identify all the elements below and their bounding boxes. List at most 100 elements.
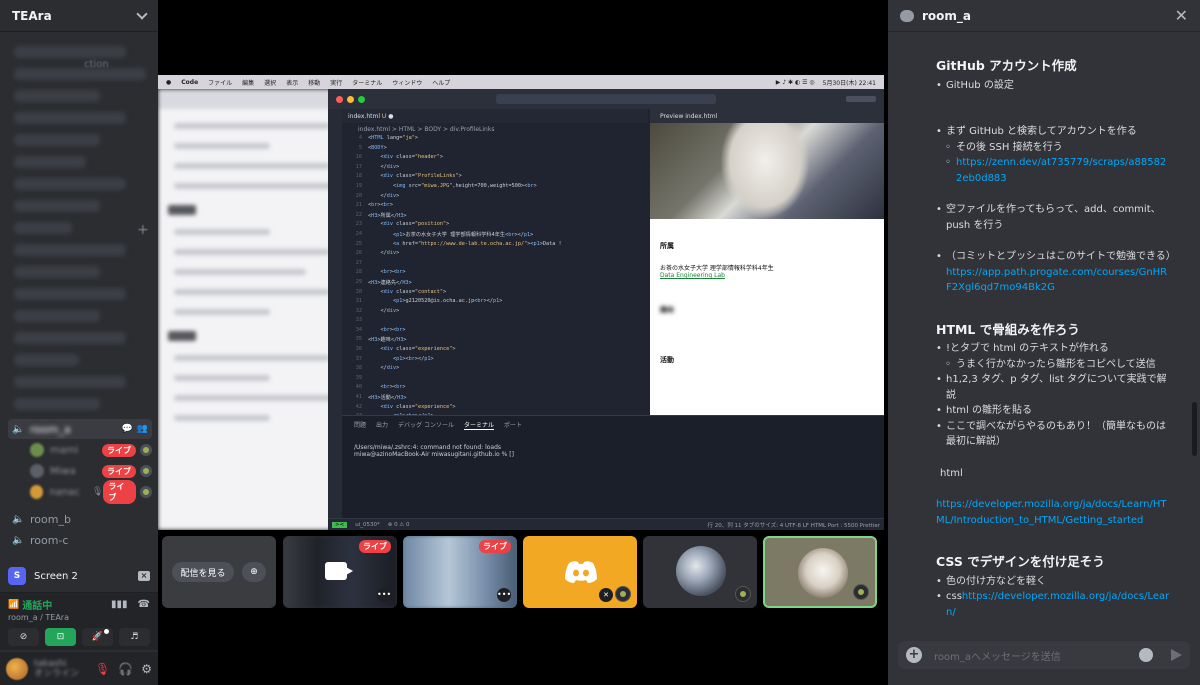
add-attachment-icon[interactable]: + [906,647,922,663]
message-input[interactable]: + room_aへメッセージを送信 [898,641,1190,669]
emoji-icon[interactable] [1139,648,1153,662]
mic-muted-icon[interactable]: 🎙 [95,662,110,676]
participant-tile[interactable]: ライブ ••• [283,536,397,608]
code-editor[interactable]: 4 <HTML lang="ja"> 5 <BODY> 16 <div class="h… [342,135,648,419]
user-name: takashi オンライン [34,658,80,679]
chat-title: room_a [922,8,972,23]
camera-off-button[interactable]: ⊘ [8,628,39,646]
code-line: 28 <br><br> [355,269,406,276]
status-bar: >< ui_0530* ⊗ 0 ⚠ 0 行 20、列 11 タブのサイズ: 4 … [328,518,884,530]
code-line: 19 <img src="miwa.JPG",height=700,weight… [355,182,537,189]
code-line: 33 [355,317,362,324]
editor-tab[interactable]: index.html U ● [342,109,648,123]
blurred-channel-list [8,36,152,416]
activity-icon [140,486,152,498]
chat-header: room_a ✕ [888,0,1200,32]
voice-location: room_a / TEAra [8,613,69,622]
code-line: 21 <br><br> [355,202,393,209]
message-content: GitHub アカウント作成 GitHub の設定 まず GitHub と検索し… [888,32,1200,640]
invite-icon[interactable]: 👥 [137,424,148,434]
watch-stream-button[interactable]: 配信を見る [172,562,234,582]
problems[interactable]: ⊗ 0 ⚠ 0 [388,522,410,528]
link[interactable]: https://zenn.dev/at735779/scraps/a885822… [956,157,1166,184]
channel-room-c[interactable]: 🔈 room-c [8,530,152,550]
add-channel-icon[interactable]: + [137,222,149,238]
avatar [30,443,44,457]
scrollbar[interactable] [1192,402,1197,456]
popout-icon[interactable]: ⊕ [242,562,266,582]
avatar [798,548,848,598]
link[interactable]: https://developer.mozilla.org/ja/docs/Le… [936,499,1166,526]
list-item: GitHub の設定 [936,78,1172,94]
chat-icon[interactable]: 💬 [122,424,133,434]
gear-icon[interactable]: ⚙ [141,662,152,676]
list-item-link-wrap: https://zenn.dev/at735779/scraps/a885822… [936,155,1172,186]
participant-tile[interactable]: 配信を見る ⊕ [162,536,276,608]
code-line: 16 <div class="header"> [355,154,443,161]
speaker-icon: 🔈 [12,513,25,525]
channel-room-a[interactable]: 🔈 room_a 💬 👥 [8,419,152,439]
menu-item: 実行 [330,79,343,87]
participant-tile[interactable]: ✕ [523,536,637,608]
code-line: 24 <p1>お茶の水女子大学 理学部情報科学科4年生<br></p1> [355,230,534,238]
link[interactable]: https://app.path.progate.com/courses/GnH… [946,267,1167,294]
menu-item: ヘルプ [432,79,451,87]
shared-screen[interactable]: ● Code ファイル 編集 選択 表示 移動 実行 ターミナル ウィンドウ ヘ… [158,75,884,530]
list-item: !とタブで html のテキストが作れる [936,341,1172,357]
close-icon[interactable]: ✕ [1175,6,1188,25]
term-tab[interactable]: ターミナル [463,420,494,430]
stop-share-icon[interactable]: × [138,571,150,581]
signal-icon: 📶 [8,599,20,610]
voice-member[interactable]: nanac 🎙 ライブ [30,480,152,504]
more-icon[interactable]: ••• [377,588,391,602]
section-heading: GitHub アカウント作成 [936,58,1077,73]
discord-window: TEAra ction + 🔈 room_a 💬 👥 mami ライブ Miwa… [0,0,1200,685]
activity-button[interactable]: 🚀 [82,628,113,646]
chevron-down-icon[interactable] [136,7,148,20]
discord-icon [565,561,597,583]
live-badge: ライブ [102,464,136,478]
activity-icon [615,586,631,602]
participant-tile[interactable]: ライブ ••• [403,536,517,608]
code-line: 22 <H3>所属</H3> [355,211,407,219]
preview-tab: Preview index.html [650,109,884,123]
mic-muted-icon: 🎙 [91,487,104,497]
term-tab[interactable]: ポート [504,420,522,430]
link[interactable]: https://developer.mozilla.org/ja/docs/Le… [946,591,1169,618]
term-tab[interactable]: デバッグ コンソール [398,420,454,430]
avatar[interactable] [6,657,28,680]
term-tab[interactable]: 出力 [376,420,388,430]
code-line: 34 <br><br> [355,326,406,333]
code-line: 26 </div> [355,250,400,257]
code-line: 35 <H3>趣味</H3> [355,336,407,344]
noise-suppression-icon[interactable]: ▮▮▮ [111,599,128,610]
preview-link: Data Engineering Lab [660,272,725,279]
channel-room-b[interactable]: 🔈 room_b [8,509,152,529]
server-header[interactable]: TEAra [0,0,158,32]
member-name: Miwa [50,465,76,477]
more-icon[interactable]: ••• [497,588,511,602]
send-icon[interactable] [1171,649,1182,661]
message-placeholder: room_aへメッセージを送信 [934,651,1061,663]
participant-tile[interactable] [643,536,757,608]
avatar [676,546,726,596]
branch[interactable]: ui_0530* [355,522,380,528]
voice-member[interactable]: mami ライブ [30,441,152,459]
screen-share-button[interactable]: ⊡ [45,628,76,646]
disconnect-icon[interactable]: ☎ [138,599,150,610]
member-name: mami [50,444,79,456]
participant-tile-speaking[interactable] [763,536,877,608]
activity-icon [735,586,751,602]
term-tab[interactable]: 問題 [354,420,366,430]
channel-sidebar: TEAra ction + 🔈 room_a 💬 👥 mami ライブ Miwa… [0,0,158,685]
link-wrap: https://app.path.progate.com/courses/GnH… [936,265,1172,296]
headphones-icon[interactable]: 🎧 [118,662,133,676]
code-line: 39 [355,374,362,381]
terminal-panel[interactable]: 問題 出力 デバッグ コンソール ターミナル ポート /Users/miwa/.… [342,415,884,518]
code-line: 18 <div class="ProfileLinks"> [355,173,462,180]
chat-bubble-icon [900,9,914,22]
apple-icon: ● [166,78,172,86]
soundboard-button[interactable]: ♬ [119,628,150,646]
remote-indicator[interactable]: >< [332,521,348,528]
voice-member[interactable]: Miwa ライブ [30,462,152,480]
